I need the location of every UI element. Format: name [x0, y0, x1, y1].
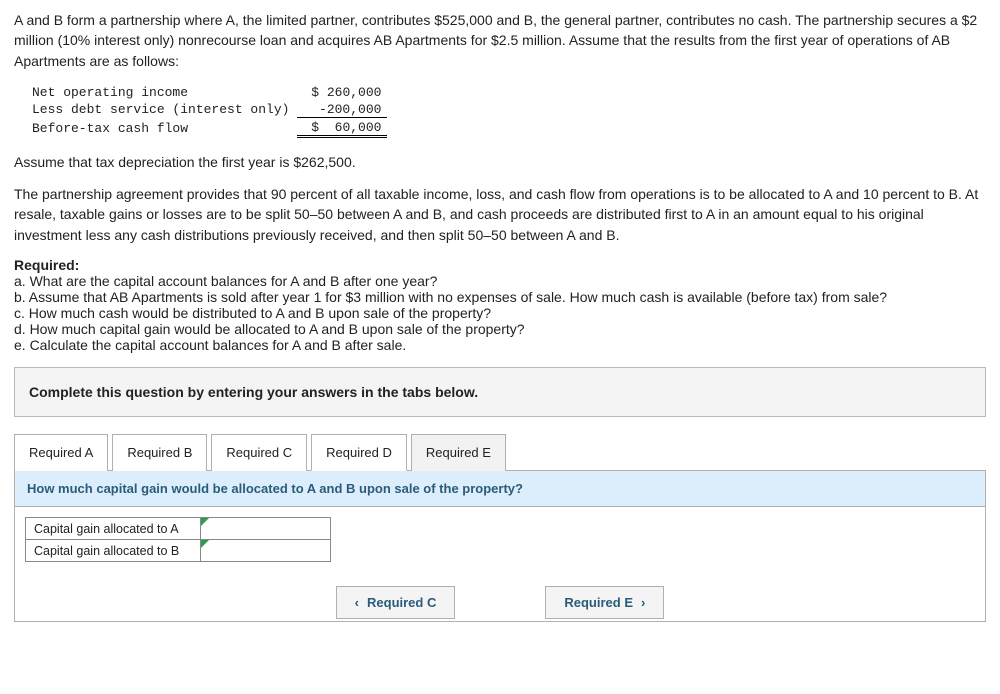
- table-row: Net operating income $ 260,000: [26, 85, 387, 100]
- capital-gain-b-input[interactable]: [201, 540, 330, 561]
- next-button-label: Required E: [564, 595, 633, 610]
- nav-row: ‹ Required C Required E ›: [15, 576, 985, 621]
- required-heading: Required:: [14, 257, 986, 273]
- problem-intro: A and B form a partnership where A, the …: [14, 10, 986, 71]
- tab-required-a[interactable]: Required A: [14, 434, 108, 471]
- row-label-b: Capital gain allocated to B: [26, 540, 201, 562]
- noi-value: $ 260,000: [297, 85, 387, 100]
- btcf-value: $ 60,000: [297, 120, 387, 138]
- chevron-left-icon: ‹: [355, 595, 359, 610]
- prev-button[interactable]: ‹ Required C: [336, 586, 456, 619]
- panel-body: Capital gain allocated to A Capital gain…: [15, 507, 985, 576]
- depreciation-note: Assume that tax depreciation the first y…: [14, 152, 986, 172]
- answer-input-table: Capital gain allocated to A Capital gain…: [25, 517, 331, 562]
- input-cell-a[interactable]: [201, 518, 331, 540]
- btcf-label: Before-tax cash flow: [26, 120, 295, 138]
- table-row: Capital gain allocated to B: [26, 540, 331, 562]
- partnership-agreement: The partnership agreement provides that …: [14, 184, 986, 245]
- tab-required-c[interactable]: Required C: [211, 434, 307, 471]
- debt-service-label: Less debt service (interest only): [26, 102, 295, 118]
- required-section: Required: a. What are the capital accoun…: [14, 257, 986, 353]
- edit-indicator-icon: [201, 518, 209, 526]
- panel-question: How much capital gain would be allocated…: [15, 471, 985, 507]
- tabs-row: Required A Required B Required C Require…: [14, 433, 986, 470]
- chevron-right-icon: ›: [641, 595, 645, 610]
- next-button[interactable]: Required E ›: [545, 586, 664, 619]
- income-statement-table: Net operating income $ 260,000 Less debt…: [24, 83, 389, 140]
- table-row: Before-tax cash flow $ 60,000: [26, 120, 387, 138]
- required-e: e. Calculate the capital account balance…: [14, 337, 986, 353]
- input-cell-b[interactable]: [201, 540, 331, 562]
- table-row: Capital gain allocated to A: [26, 518, 331, 540]
- instruction-text: Complete this question by entering your …: [29, 384, 478, 400]
- tab-required-b[interactable]: Required B: [112, 434, 207, 471]
- debt-service-value: -200,000: [297, 102, 387, 118]
- tab-panel-required-d: How much capital gain would be allocated…: [14, 470, 986, 622]
- edit-indicator-icon: [201, 540, 209, 548]
- noi-label: Net operating income: [26, 85, 295, 100]
- required-b: b. Assume that AB Apartments is sold aft…: [14, 289, 986, 305]
- required-d: d. How much capital gain would be alloca…: [14, 321, 986, 337]
- row-label-a: Capital gain allocated to A: [26, 518, 201, 540]
- prev-button-label: Required C: [367, 595, 436, 610]
- required-c: c. How much cash would be distributed to…: [14, 305, 986, 321]
- instruction-box: Complete this question by entering your …: [14, 367, 986, 417]
- tab-required-d[interactable]: Required D: [311, 434, 407, 471]
- required-a: a. What are the capital account balances…: [14, 273, 986, 289]
- tab-required-e[interactable]: Required E: [411, 434, 506, 471]
- table-row: Less debt service (interest only) -200,0…: [26, 102, 387, 118]
- capital-gain-a-input[interactable]: [201, 518, 330, 539]
